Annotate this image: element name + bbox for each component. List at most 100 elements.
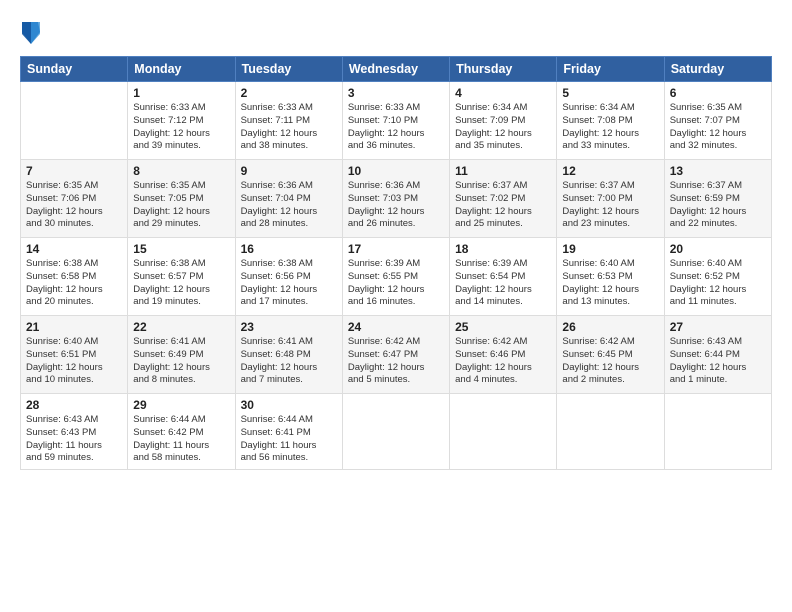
day-number: 17	[348, 242, 444, 256]
day-info: Sunrise: 6:36 AM Sunset: 7:04 PM Dayligh…	[241, 180, 337, 231]
calendar-cell: 6 Sunrise: 6:35 AM Sunset: 7:07 PM Daylig…	[664, 82, 771, 160]
day-info: Sunrise: 6:43 AM Sunset: 6:43 PM Dayligh…	[26, 414, 122, 465]
day-number: 30	[241, 398, 337, 412]
calendar-cell: 18Sunrise: 6:39 AM Sunset: 6:54 PM Dayli…	[450, 238, 557, 316]
day-info: Sunrise: 6:34 AM Sunset: 7:08 PM Dayligh…	[562, 102, 658, 153]
calendar-cell: 24 Sunrise: 6:42 AM Sunset: 6:47 PM Dayli…	[342, 316, 449, 394]
day-info: Sunrise: 6:40 AM Sunset: 6:51 PM Dayligh…	[26, 336, 122, 387]
day-info: Sunrise: 6:35 AM Sunset: 7:06 PM Dayligh…	[26, 180, 122, 231]
calendar-cell: 23Sunrise: 6:41 AM Sunset: 6:48 PM Dayli…	[235, 316, 342, 394]
day-number: 11	[455, 164, 551, 178]
day-info: Sunrise: 6:33 AM Sunset: 7:10 PM Dayligh…	[348, 102, 444, 153]
day-number: 7	[26, 164, 122, 178]
day-info: Sunrise: 6:35 AM Sunset: 7:05 PM Dayligh…	[133, 180, 229, 231]
day-info: Sunrise: 6:41 AM Sunset: 6:49 PM Dayligh…	[133, 336, 229, 387]
day-info: Sunrise: 6:42 AM Sunset: 6:46 PM Dayligh…	[455, 336, 551, 387]
calendar-cell: 29Sunrise: 6:44 AM Sunset: 6:42 PM Dayli…	[128, 394, 235, 470]
day-info: Sunrise: 6:42 AM Sunset: 6:45 PM Dayligh…	[562, 336, 658, 387]
day-info: Sunrise: 6:43 AM Sunset: 6:44 PM Dayligh…	[670, 336, 766, 387]
day-number: 26	[562, 320, 658, 334]
logo-icon	[20, 18, 42, 46]
day-number: 16	[241, 242, 337, 256]
day-number: 1	[133, 86, 229, 100]
calendar-cell	[21, 82, 128, 160]
calendar-cell: 11 Sunrise: 6:37 AM Sunset: 7:02 PM Dayli…	[450, 160, 557, 238]
calendar-cell: 9Sunrise: 6:36 AM Sunset: 7:04 PM Daylig…	[235, 160, 342, 238]
day-number: 25	[455, 320, 551, 334]
calendar-day-header: Saturday	[664, 57, 771, 82]
calendar-cell: 28 Sunrise: 6:43 AM Sunset: 6:43 PM Dayli…	[21, 394, 128, 470]
calendar-cell: 3 Sunrise: 6:33 AM Sunset: 7:10 PM Daylig…	[342, 82, 449, 160]
day-info: Sunrise: 6:33 AM Sunset: 7:12 PM Dayligh…	[133, 102, 229, 153]
calendar-week-row: 1 Sunrise: 6:33 AM Sunset: 7:12 PM Daylig…	[21, 82, 772, 160]
day-info: Sunrise: 6:40 AM Sunset: 6:52 PM Dayligh…	[670, 258, 766, 309]
day-number: 6	[670, 86, 766, 100]
calendar-cell: 5Sunrise: 6:34 AM Sunset: 7:08 PM Daylig…	[557, 82, 664, 160]
day-number: 2	[241, 86, 337, 100]
day-number: 8	[133, 164, 229, 178]
header	[20, 18, 772, 46]
day-info: Sunrise: 6:44 AM Sunset: 6:41 PM Dayligh…	[241, 414, 337, 465]
day-number: 28	[26, 398, 122, 412]
day-info: Sunrise: 6:33 AM Sunset: 7:11 PM Dayligh…	[241, 102, 337, 153]
calendar-cell: 2 Sunrise: 6:33 AM Sunset: 7:11 PM Daylig…	[235, 82, 342, 160]
calendar-week-row: 7 Sunrise: 6:35 AM Sunset: 7:06 PM Daylig…	[21, 160, 772, 238]
day-info: Sunrise: 6:37 AM Sunset: 7:00 PM Dayligh…	[562, 180, 658, 231]
day-number: 20	[670, 242, 766, 256]
day-info: Sunrise: 6:37 AM Sunset: 7:02 PM Dayligh…	[455, 180, 551, 231]
calendar-cell: 13 Sunrise: 6:37 AM Sunset: 6:59 PM Dayli…	[664, 160, 771, 238]
day-number: 19	[562, 242, 658, 256]
day-number: 15	[133, 242, 229, 256]
day-info: Sunrise: 6:38 AM Sunset: 6:58 PM Dayligh…	[26, 258, 122, 309]
calendar-cell	[664, 394, 771, 470]
calendar-cell	[342, 394, 449, 470]
calendar-week-row: 21 Sunrise: 6:40 AM Sunset: 6:51 PM Dayli…	[21, 316, 772, 394]
calendar-header-row: SundayMondayTuesdayWednesdayThursdayFrid…	[21, 57, 772, 82]
day-info: Sunrise: 6:35 AM Sunset: 7:07 PM Dayligh…	[670, 102, 766, 153]
calendar-cell: 14 Sunrise: 6:38 AM Sunset: 6:58 PM Dayli…	[21, 238, 128, 316]
day-number: 10	[348, 164, 444, 178]
calendar-cell: 7 Sunrise: 6:35 AM Sunset: 7:06 PM Daylig…	[21, 160, 128, 238]
day-number: 4	[455, 86, 551, 100]
calendar-cell: 20 Sunrise: 6:40 AM Sunset: 6:52 PM Dayli…	[664, 238, 771, 316]
day-number: 24	[348, 320, 444, 334]
day-number: 21	[26, 320, 122, 334]
calendar-cell: 17Sunrise: 6:39 AM Sunset: 6:55 PM Dayli…	[342, 238, 449, 316]
page: SundayMondayTuesdayWednesdayThursdayFrid…	[0, 0, 792, 612]
day-info: Sunrise: 6:38 AM Sunset: 6:57 PM Dayligh…	[133, 258, 229, 309]
calendar-cell: 1 Sunrise: 6:33 AM Sunset: 7:12 PM Daylig…	[128, 82, 235, 160]
calendar-cell: 16Sunrise: 6:38 AM Sunset: 6:56 PM Dayli…	[235, 238, 342, 316]
day-info: Sunrise: 6:41 AM Sunset: 6:48 PM Dayligh…	[241, 336, 337, 387]
calendar-cell: 4 Sunrise: 6:34 AM Sunset: 7:09 PM Daylig…	[450, 82, 557, 160]
day-info: Sunrise: 6:42 AM Sunset: 6:47 PM Dayligh…	[348, 336, 444, 387]
calendar-week-row: 14 Sunrise: 6:38 AM Sunset: 6:58 PM Dayli…	[21, 238, 772, 316]
calendar-cell: 8 Sunrise: 6:35 AM Sunset: 7:05 PM Daylig…	[128, 160, 235, 238]
day-number: 12	[562, 164, 658, 178]
day-number: 3	[348, 86, 444, 100]
calendar-table: SundayMondayTuesdayWednesdayThursdayFrid…	[20, 56, 772, 470]
day-info: Sunrise: 6:34 AM Sunset: 7:09 PM Dayligh…	[455, 102, 551, 153]
calendar-cell: 22Sunrise: 6:41 AM Sunset: 6:49 PM Dayli…	[128, 316, 235, 394]
day-info: Sunrise: 6:37 AM Sunset: 6:59 PM Dayligh…	[670, 180, 766, 231]
calendar-day-header: Wednesday	[342, 57, 449, 82]
calendar-cell: 10 Sunrise: 6:36 AM Sunset: 7:03 PM Dayli…	[342, 160, 449, 238]
day-info: Sunrise: 6:39 AM Sunset: 6:54 PM Dayligh…	[455, 258, 551, 309]
calendar-cell: 27 Sunrise: 6:43 AM Sunset: 6:44 PM Dayli…	[664, 316, 771, 394]
calendar-cell	[557, 394, 664, 470]
day-number: 27	[670, 320, 766, 334]
day-number: 14	[26, 242, 122, 256]
calendar-cell: 26 Sunrise: 6:42 AM Sunset: 6:45 PM Dayli…	[557, 316, 664, 394]
calendar-cell: 19Sunrise: 6:40 AM Sunset: 6:53 PM Dayli…	[557, 238, 664, 316]
calendar-cell: 25 Sunrise: 6:42 AM Sunset: 6:46 PM Dayli…	[450, 316, 557, 394]
calendar-day-header: Thursday	[450, 57, 557, 82]
calendar-cell: 30 Sunrise: 6:44 AM Sunset: 6:41 PM Dayli…	[235, 394, 342, 470]
calendar-cell: 15 Sunrise: 6:38 AM Sunset: 6:57 PM Dayli…	[128, 238, 235, 316]
day-number: 29	[133, 398, 229, 412]
calendar-cell: 12 Sunrise: 6:37 AM Sunset: 7:00 PM Dayli…	[557, 160, 664, 238]
calendar-day-header: Tuesday	[235, 57, 342, 82]
day-info: Sunrise: 6:36 AM Sunset: 7:03 PM Dayligh…	[348, 180, 444, 231]
calendar-cell: 21 Sunrise: 6:40 AM Sunset: 6:51 PM Dayli…	[21, 316, 128, 394]
calendar-day-header: Friday	[557, 57, 664, 82]
day-number: 13	[670, 164, 766, 178]
calendar-week-row: 28 Sunrise: 6:43 AM Sunset: 6:43 PM Dayli…	[21, 394, 772, 470]
